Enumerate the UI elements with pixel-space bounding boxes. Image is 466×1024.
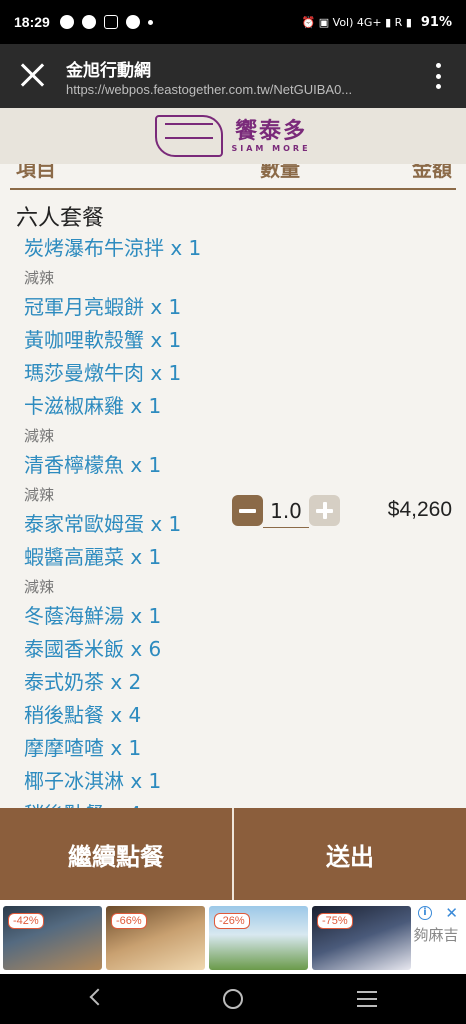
- ad-sponsor[interactable]: i ✕ 夠麻吉: [412, 904, 460, 968]
- discount-badge: -42%: [8, 913, 44, 929]
- list-item: 清香檸檬魚 x 1 減辣: [24, 449, 244, 508]
- item-list: 炭烤瀑布牛涼拌 x 1 減辣 冠軍月亮蝦餅 x 1 黃咖哩軟殼蟹 x 1 瑪莎曼燉牛肉 …: [24, 232, 244, 808]
- ad-banner: -42% -66% -26% -75% i ✕ 夠麻吉: [0, 900, 466, 974]
- item-name[interactable]: 黃咖哩軟殼蟹 x 1: [24, 324, 244, 357]
- notification-icons: [59, 15, 153, 29]
- calendar-icon: [103, 15, 118, 29]
- ad-tile[interactable]: -42%: [3, 906, 102, 970]
- messenger-icon: [59, 15, 74, 29]
- col-amount: 金額: [412, 164, 452, 181]
- ad-tile[interactable]: -26%: [209, 906, 308, 970]
- item-name[interactable]: 泰國香米飯 x 6: [24, 633, 244, 666]
- item-name[interactable]: 稍後點餐 x 4: [24, 798, 244, 808]
- item-name[interactable]: 清香檸檬魚 x 1: [24, 449, 244, 482]
- list-item: 泰式奶茶 x 2: [24, 666, 244, 699]
- logo-cn: 饗泰多: [234, 118, 307, 144]
- status-right: ⏰ ▣ Vol) 4G+ ▮ R ▮ 91%: [302, 15, 452, 30]
- col-item: 項目: [16, 164, 56, 181]
- list-item: 稍後點餐 x 4: [24, 798, 244, 808]
- line-icon: [81, 15, 96, 29]
- list-item: 摩摩喳喳 x 1: [24, 732, 244, 765]
- list-item: 泰家常歐姆蛋 x 1: [24, 508, 244, 541]
- list-item: 椰子冰淇淋 x 1: [24, 765, 244, 798]
- back-icon[interactable]: [89, 988, 107, 1006]
- item-name[interactable]: 泰式奶茶 x 2: [24, 666, 244, 699]
- item-name[interactable]: 炭烤瀑布牛涼拌 x 1: [24, 232, 244, 265]
- discount-badge: -66%: [111, 913, 147, 929]
- col-qty: 數量: [260, 164, 300, 181]
- discount-badge: -26%: [214, 913, 250, 929]
- item-name[interactable]: 瑪莎曼燉牛肉 x 1: [24, 357, 244, 390]
- battery-level: 91%: [420, 14, 452, 30]
- info-icon[interactable]: i: [418, 906, 432, 920]
- app-root: 18:29 ⏰ ▣ Vol) 4G+ ▮ R ▮ 91% 金旭行動網 https…: [0, 0, 466, 1024]
- decrease-button[interactable]: [232, 495, 263, 526]
- list-item: 蝦醬高麗菜 x 1 減辣: [24, 541, 244, 600]
- order-content: 項目 數量 金額 六人套餐 炭烤瀑布牛涼拌 x 1 減辣 冠軍月亮蝦餅 x 1 黃咖哩…: [0, 164, 466, 808]
- system-nav-bar: [0, 974, 466, 1024]
- ad-sponsor-text: 夠麻吉: [413, 926, 459, 944]
- list-item: 冠軍月亮蝦餅 x 1: [24, 291, 244, 324]
- item-name[interactable]: 泰家常歐姆蛋 x 1: [24, 508, 244, 541]
- site-header: 饗泰多 SIAM MORE: [0, 108, 466, 164]
- page-url[interactable]: https://webpos.feastogether.com.tw/NetGU…: [66, 82, 406, 97]
- item-name[interactable]: 椰子冰淇淋 x 1: [24, 765, 244, 798]
- item-note: 減辣: [24, 427, 55, 445]
- logo-text: 饗泰多 SIAM MORE: [231, 118, 311, 153]
- discount-badge: -75%: [317, 913, 353, 929]
- brand-logo: 饗泰多 SIAM MORE: [155, 115, 310, 157]
- increase-button[interactable]: [309, 495, 340, 526]
- quantity-stepper: [232, 494, 342, 528]
- facebook-icon: [125, 15, 140, 29]
- close-ad-icon[interactable]: ✕: [445, 904, 458, 922]
- item-note: 減辣: [24, 269, 55, 287]
- status-time: 18:29: [14, 14, 50, 30]
- set-name: 六人套餐: [16, 206, 105, 231]
- item-name[interactable]: 摩摩喳喳 x 1: [24, 732, 244, 765]
- item-name[interactable]: 蝦醬高麗菜 x 1: [24, 541, 244, 574]
- home-icon[interactable]: [223, 989, 243, 1009]
- item-name[interactable]: 稍後點餐 x 4: [24, 699, 244, 732]
- list-item: 炭烤瀑布牛涼拌 x 1 減辣: [24, 232, 244, 291]
- action-bar: 繼續點餐 送出: [0, 808, 466, 900]
- quantity-input[interactable]: [263, 494, 309, 528]
- item-note: 減辣: [24, 578, 55, 596]
- logo-en: SIAM MORE: [231, 143, 311, 153]
- list-item: 稍後點餐 x 4: [24, 699, 244, 732]
- more-notifications-icon: [147, 19, 153, 25]
- continue-ordering-button[interactable]: 繼續點餐: [0, 808, 232, 900]
- item-note: 減辣: [24, 486, 55, 504]
- close-icon[interactable]: [20, 62, 46, 88]
- order-amount: $4,260: [387, 498, 452, 521]
- item-name[interactable]: 冬蔭海鮮湯 x 1: [24, 600, 244, 633]
- list-item: 冬蔭海鮮湯 x 1: [24, 600, 244, 633]
- item-name[interactable]: 冠軍月亮蝦餅 x 1: [24, 291, 244, 324]
- status-indicators: ⏰ ▣ Vol) 4G+ ▮ R ▮: [301, 15, 412, 29]
- submit-button[interactable]: 送出: [232, 808, 466, 900]
- page-title: 金旭行動網: [66, 61, 151, 81]
- ad-tile[interactable]: -75%: [312, 906, 411, 970]
- ad-tile[interactable]: -66%: [106, 906, 205, 970]
- list-item: 卡滋椒麻雞 x 1 減辣: [24, 390, 244, 449]
- list-item: 瑪莎曼燉牛肉 x 1: [24, 357, 244, 390]
- status-bar: 18:29 ⏰ ▣ Vol) 4G+ ▮ R ▮ 91%: [0, 0, 466, 44]
- list-item: 泰國香米飯 x 6: [24, 633, 244, 666]
- recent-apps-icon[interactable]: [357, 991, 377, 1007]
- list-item: 黃咖哩軟殼蟹 x 1: [24, 324, 244, 357]
- logo-mark-icon: [155, 115, 224, 157]
- table-header: 項目 數量 金額: [10, 164, 456, 190]
- item-name[interactable]: 卡滋椒麻雞 x 1: [24, 390, 244, 423]
- more-options-icon[interactable]: [436, 63, 442, 89]
- browser-bar: 金旭行動網 https://webpos.feastogether.com.tw…: [0, 44, 466, 108]
